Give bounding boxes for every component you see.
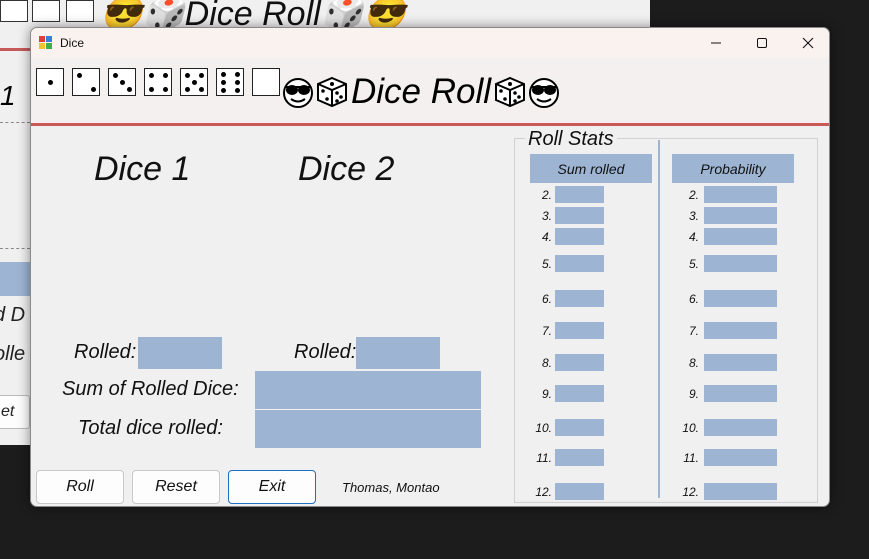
prob-row-label: 10. xyxy=(682,421,699,435)
rolled1-label: Rolled: xyxy=(74,341,137,363)
bg-die-icon xyxy=(0,0,28,22)
bg-partial-text: olle xyxy=(0,343,26,365)
reset-button[interactable]: Reset xyxy=(132,470,220,504)
roll-button[interactable]: Roll xyxy=(36,470,124,504)
dice1-label: Dice 1 xyxy=(94,150,191,188)
bg-dashed-line xyxy=(0,248,30,249)
sum-row-label: 8. xyxy=(541,356,552,370)
title-bar[interactable]: Dice xyxy=(31,28,829,58)
prob-row-label: 4. xyxy=(688,230,699,244)
prob-row-value xyxy=(704,419,777,436)
sum-row-value xyxy=(555,322,604,339)
exit-button[interactable]: Exit xyxy=(228,470,316,504)
die-face-5-icon[interactable] xyxy=(180,68,208,96)
prob-row-value xyxy=(704,449,777,466)
prob-row-value xyxy=(704,290,777,307)
die-emoji-icon xyxy=(317,76,347,108)
bg-field xyxy=(0,262,30,296)
prob-row-label: 8. xyxy=(688,356,699,370)
sum-row-value xyxy=(555,483,604,500)
prob-row-label: 3. xyxy=(688,209,699,223)
bg-die-icon xyxy=(32,0,60,22)
close-button[interactable] xyxy=(785,28,829,58)
rolled2-label: Rolled: xyxy=(294,341,357,363)
sum-row-label: 11. xyxy=(536,451,552,465)
sum-row-value xyxy=(555,354,604,371)
bg-dashed-line xyxy=(0,122,30,123)
prob-row-label: 6. xyxy=(688,292,699,306)
prob-row-value xyxy=(704,228,777,245)
bg-die-icon xyxy=(66,0,94,22)
sum-row-label: 6. xyxy=(541,292,552,306)
sunglasses-emoji-icon xyxy=(529,78,560,108)
rolled1-value xyxy=(138,337,222,369)
maximize-button[interactable] xyxy=(739,28,785,58)
sum-row-label: 10. xyxy=(535,421,552,435)
die-face-6-icon[interactable] xyxy=(216,68,244,96)
prob-row-value xyxy=(704,186,777,203)
prob-row-label: 9. xyxy=(688,387,699,401)
header-divider xyxy=(31,123,829,126)
prob-row-label: 7. xyxy=(688,324,699,338)
prob-row-label: 12. xyxy=(682,485,699,499)
die-face-2-icon[interactable] xyxy=(72,68,100,96)
sum-row-label: 7. xyxy=(541,324,552,338)
app-title: Dice Roll xyxy=(281,72,561,112)
sum-rolled-header: Sum rolled xyxy=(530,154,652,183)
sum-row-value xyxy=(555,207,604,224)
prob-row-value xyxy=(704,354,777,371)
bg-partial-text: d D xyxy=(0,304,26,326)
prob-row-value xyxy=(704,483,777,500)
die-emoji-icon xyxy=(495,76,526,108)
prob-row-value xyxy=(704,207,777,224)
sum-row-label: 3. xyxy=(541,209,552,223)
roll-stats-title: Roll Stats xyxy=(525,128,617,151)
prob-row-label: 2. xyxy=(688,188,699,202)
dice-window: Dice Dice Roll Dice 1 Dice 2 Rolled: Rol… xyxy=(30,27,830,507)
bg-button: et xyxy=(0,395,30,429)
die-face-3-icon[interactable] xyxy=(108,68,136,96)
sum-row-value xyxy=(555,186,604,203)
die-face-blank-icon[interactable] xyxy=(252,68,280,96)
app-icon xyxy=(39,36,53,49)
bg-partial-text: 1 xyxy=(0,80,16,111)
prob-row-value xyxy=(704,322,777,339)
sum-row-value xyxy=(555,419,604,436)
close-icon xyxy=(802,37,814,49)
sum-row-label: 9. xyxy=(541,387,552,401)
minimize-icon xyxy=(711,42,721,44)
sum-row-label: 4. xyxy=(541,230,552,244)
sum-row-label: 5. xyxy=(541,257,552,271)
total-label: Total dice rolled: xyxy=(78,417,223,439)
probability-header: Probability xyxy=(672,154,794,183)
sum-row-value xyxy=(555,290,604,307)
stats-divider xyxy=(658,140,660,498)
dice2-label: Dice 2 xyxy=(298,150,395,188)
maximize-icon xyxy=(757,38,767,48)
minimize-button[interactable] xyxy=(693,28,739,58)
sum-row-value xyxy=(555,228,604,245)
prob-row-value xyxy=(704,255,777,272)
app-title-text: Dice Roll xyxy=(351,72,492,111)
window-title: Dice xyxy=(60,36,85,50)
sum-label: Sum of Rolled Dice: xyxy=(62,378,239,400)
die-face-4-icon[interactable] xyxy=(144,68,172,96)
sum-row-value xyxy=(555,385,604,402)
author-credit: Thomas, Montao xyxy=(342,480,440,495)
rolled2-value xyxy=(356,337,440,369)
prob-row-label: 5. xyxy=(688,257,699,271)
sum-row-label: 12. xyxy=(535,485,552,499)
prob-row-label: 11. xyxy=(683,451,699,465)
sum-value xyxy=(255,371,481,409)
sum-row-value xyxy=(555,255,604,272)
sum-row-label: 2. xyxy=(541,188,552,202)
sum-row-value xyxy=(555,449,604,466)
die-face-1-icon[interactable] xyxy=(36,68,64,96)
prob-row-value xyxy=(704,385,777,402)
total-value xyxy=(255,410,481,448)
sunglasses-emoji-icon xyxy=(283,78,313,108)
